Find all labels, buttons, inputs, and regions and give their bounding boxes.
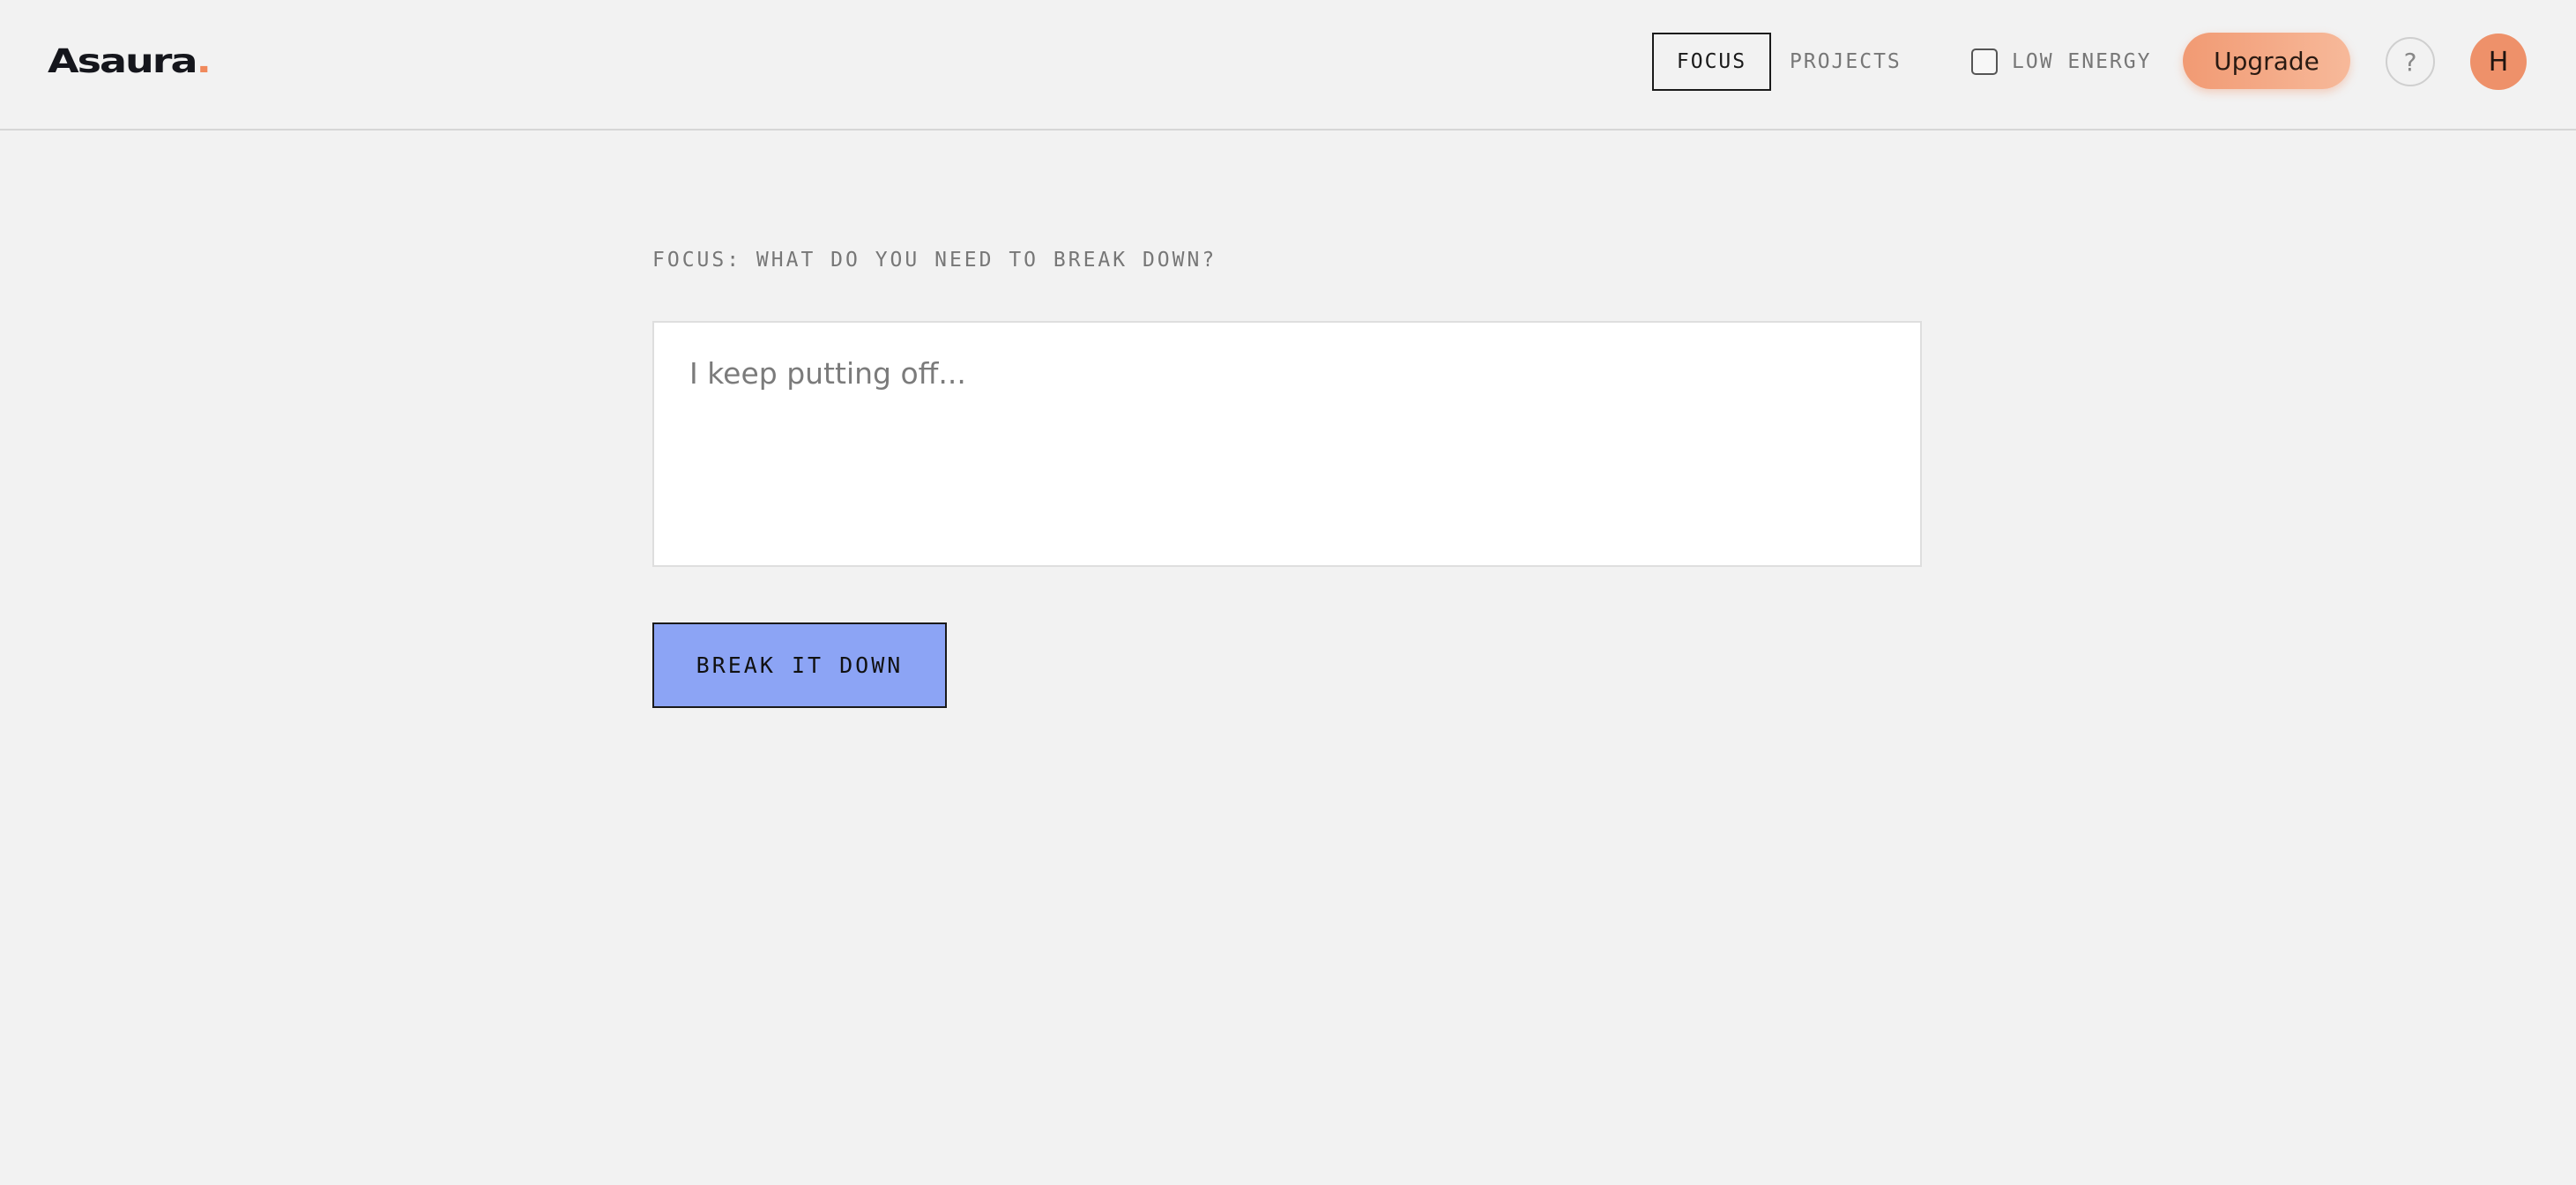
task-input[interactable]: [652, 321, 1922, 567]
checkbox-icon[interactable]: [1971, 48, 1998, 75]
top-header: Asaura. FOCUS PROJECTS LOW ENERGY Upgrad…: [0, 0, 2576, 130]
logo-text: Asaura: [48, 41, 197, 81]
low-energy-label: LOW ENERGY: [2012, 50, 2152, 73]
app-logo[interactable]: Asaura.: [48, 39, 212, 84]
break-it-down-button[interactable]: BREAK IT DOWN: [652, 622, 947, 708]
user-avatar[interactable]: H: [2470, 34, 2527, 90]
question-mark-icon[interactable]: ?: [2386, 37, 2435, 86]
logo-dot: .: [196, 41, 212, 81]
focus-prompt-label: FOCUS: WHAT DO YOU NEED TO BREAK DOWN?: [652, 249, 1217, 272]
nav-tab-focus[interactable]: FOCUS: [1652, 33, 1771, 91]
low-energy-toggle[interactable]: LOW ENERGY: [1971, 33, 2151, 91]
nav-tab-projects[interactable]: PROJECTS: [1790, 33, 1902, 91]
upgrade-button[interactable]: Upgrade: [2183, 33, 2350, 89]
